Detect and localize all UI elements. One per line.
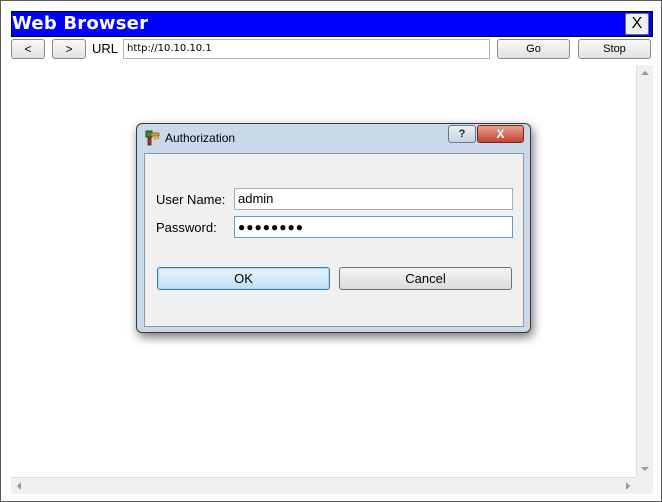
scroll-up-arrow-icon[interactable] bbox=[641, 71, 649, 75]
scrollbar-corner bbox=[636, 477, 653, 494]
password-input[interactable]: ●●●●●●●● bbox=[234, 216, 513, 238]
dialog-help-button[interactable]: ? bbox=[448, 125, 476, 143]
browser-toolbar: < > URL http://10.10.10.1 Go Stop bbox=[11, 39, 653, 61]
browser-titlebar: Web Browser X bbox=[11, 11, 653, 37]
dialog-body: User Name: admin Password: ●●●●●●●● OK C… bbox=[144, 153, 524, 327]
browser-window: Web Browser X < > URL http://10.10.10.1 … bbox=[0, 0, 662, 502]
scroll-right-arrow-icon[interactable] bbox=[626, 482, 630, 490]
browser-close-button[interactable]: X bbox=[625, 13, 649, 35]
dialog-close-button[interactable]: X bbox=[477, 125, 524, 143]
dialog-title: Authorization bbox=[165, 131, 236, 145]
ok-button[interactable]: OK bbox=[157, 267, 330, 290]
vertical-scrollbar[interactable] bbox=[636, 65, 653, 477]
forward-button[interactable]: > bbox=[52, 39, 86, 59]
scroll-down-arrow-icon[interactable] bbox=[641, 467, 649, 471]
stop-button[interactable]: Stop bbox=[578, 39, 651, 59]
url-input[interactable]: http://10.10.10.1 bbox=[123, 39, 490, 59]
username-label: User Name: bbox=[156, 192, 226, 207]
horizontal-scrollbar[interactable] bbox=[11, 477, 636, 494]
back-button[interactable]: < bbox=[11, 39, 45, 59]
cancel-button[interactable]: Cancel bbox=[339, 267, 512, 290]
url-label: URL bbox=[92, 41, 119, 56]
go-button[interactable]: Go bbox=[497, 39, 570, 59]
browser-title: Web Browser bbox=[12, 13, 149, 34]
key-icon bbox=[145, 130, 160, 146]
password-label: Password: bbox=[156, 220, 217, 235]
username-input[interactable]: admin bbox=[234, 188, 513, 210]
scroll-left-arrow-icon[interactable] bbox=[17, 482, 21, 490]
authorization-dialog: Authorization ? X User Name: admin Passw… bbox=[136, 123, 531, 333]
